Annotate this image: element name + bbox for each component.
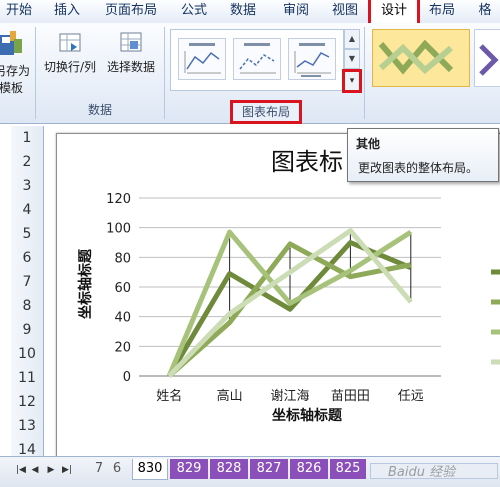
y-tick-label: 80 (114, 251, 131, 266)
chart-layout-group-label: 图表布局 (230, 100, 302, 124)
save-template-label-2: 模板 (0, 81, 23, 95)
row-header[interactable]: 10 (11, 342, 44, 367)
ribbon-panel: 另存为 模板 切换行/列 选择数据 数据 ▲ ▼ ▾ 图表布局 (0, 23, 500, 124)
y-axis-title[interactable]: 坐标轴标题 (77, 248, 94, 319)
watermark: Baidu 经验 (388, 465, 456, 480)
y-tick-label: 0 (123, 370, 131, 385)
line-chart-thumbnail-icon (294, 43, 331, 77)
first-sheet-button[interactable]: |◀ (16, 463, 26, 477)
chart-style-option-2[interactable] (474, 29, 500, 87)
tab-design[interactable]: 设计 (368, 0, 420, 26)
row-header[interactable]: 4 (11, 198, 44, 223)
line-chart: 图表标 0 20 40 60 80 100 120 姓名 高山 谢江海 苗田田 任远 坐标轴标题 坐标… (77, 148, 500, 424)
gallery-scroll-down-button[interactable]: ▼ (344, 49, 360, 69)
row-header[interactable]: 1 (11, 126, 44, 151)
tooltip-description: 更改图表的整体布局。 (358, 161, 479, 175)
x-tick-label: 谢江海 (270, 388, 309, 404)
row-header[interactable]: 7 (11, 270, 44, 295)
last-sheet-button[interactable]: ▶| (62, 463, 72, 477)
chart-layout-gallery (170, 29, 344, 91)
select-data-icon (120, 32, 142, 52)
row-header[interactable]: 3 (11, 174, 44, 199)
x-tick-label: 任远 (398, 389, 424, 404)
tab-layout[interactable]: 布局 (425, 0, 459, 22)
next-sheet-button[interactable]: ▶ (46, 463, 56, 477)
chart-layout-option-1[interactable] (178, 38, 226, 80)
tab-view[interactable]: 视图 (328, 0, 362, 22)
gallery-more-button[interactable]: ▾ (342, 69, 362, 93)
line-chart-thumbnail-icon (184, 43, 221, 74)
ribbon-tab-bar: 开始 插入 页面布局 公式 数据 审阅 视图 设计 布局 格 (0, 0, 500, 26)
sheet-tab[interactable]: 827 (250, 459, 288, 479)
chart-style-option-selected[interactable] (372, 29, 470, 87)
row-header[interactable]: 11 (11, 366, 44, 391)
chart-layout-option-3[interactable] (288, 38, 336, 80)
save-as-template-button[interactable]: 另存为 模板 (0, 29, 31, 96)
select-data-label: 选择数据 (106, 60, 155, 74)
tooltip: 其他 更改图表的整体布局。 (347, 128, 499, 182)
sheet-tab[interactable]: 828 (210, 459, 248, 479)
gallery-scroll-up-button[interactable]: ▲ (344, 29, 360, 49)
sheet-tab[interactable]: 826 (290, 459, 328, 479)
x-tick-label: 高山 (217, 388, 243, 404)
y-tick-label: 60 (114, 281, 131, 296)
row-header[interactable]: 9 (11, 318, 44, 343)
chart-style-thumbnail-icon (378, 39, 454, 75)
row-header[interactable]: 6 (11, 246, 44, 271)
more-dropdown-icon: ▾ (349, 76, 355, 86)
row-header[interactable]: 2 (11, 150, 44, 175)
y-tick-label: 120 (106, 192, 131, 207)
row-header[interactable]: 5 (11, 222, 44, 247)
ribbon-separator (35, 27, 36, 119)
save-template-label-1: 另存为 (0, 64, 31, 78)
row-header[interactable]: 12 (11, 390, 44, 415)
tab-review[interactable]: 审阅 (279, 0, 313, 22)
x-tick-label: 姓名 (156, 388, 182, 404)
tab-formulas[interactable]: 公式 (177, 0, 211, 22)
switch-row-column-button[interactable]: 切换行/列 (39, 29, 101, 75)
y-tick-label: 20 (114, 340, 131, 355)
chart-style-thumbnail-icon (479, 44, 499, 76)
line-chart-thumbnail-icon (239, 43, 276, 74)
tab-insert[interactable]: 插入 (50, 0, 84, 22)
sheet-tab[interactable]: 7 (92, 459, 106, 479)
switch-row-column-label: 切换行/列 (43, 60, 97, 74)
chart-layout-option-2[interactable] (233, 38, 281, 80)
row-header[interactable]: 8 (11, 294, 44, 319)
sheet-tab[interactable]: 829 (170, 459, 208, 479)
y-tick-label: 100 (106, 222, 131, 237)
chart-title[interactable]: 图表标 (271, 148, 343, 176)
x-tick-label: 苗田田 (331, 389, 370, 404)
x-axis-title[interactable]: 坐标轴标题 (272, 407, 343, 424)
data-group-label: 数据 (87, 103, 112, 117)
sheet-tab-active[interactable]: 830 (132, 459, 168, 480)
tab-format[interactable]: 格 (470, 0, 500, 22)
sheet-tab[interactable]: 825 (330, 459, 366, 479)
ribbon-separator (164, 27, 165, 119)
switch-row-column-icon (59, 33, 81, 52)
tab-home[interactable]: 开始 (2, 0, 36, 22)
y-tick-label: 40 (114, 311, 131, 326)
prev-sheet-button[interactable]: ◀ (30, 463, 40, 477)
ribbon-separator (364, 27, 365, 119)
tooltip-title: 其他 (356, 137, 381, 151)
save-template-icon (0, 31, 22, 55)
sheet-tab[interactable]: 6 (110, 459, 124, 479)
row-header[interactable]: 13 (11, 414, 44, 439)
tab-data[interactable]: 数据 (226, 0, 260, 22)
select-data-button[interactable]: 选择数据 (103, 29, 159, 75)
sheet-tab-bar: |◀ ◀ ▶ ▶| 7 6 830 829 828 827 826 825 Ba… (0, 456, 500, 487)
tab-page-layout[interactable]: 页面布局 (100, 0, 162, 22)
